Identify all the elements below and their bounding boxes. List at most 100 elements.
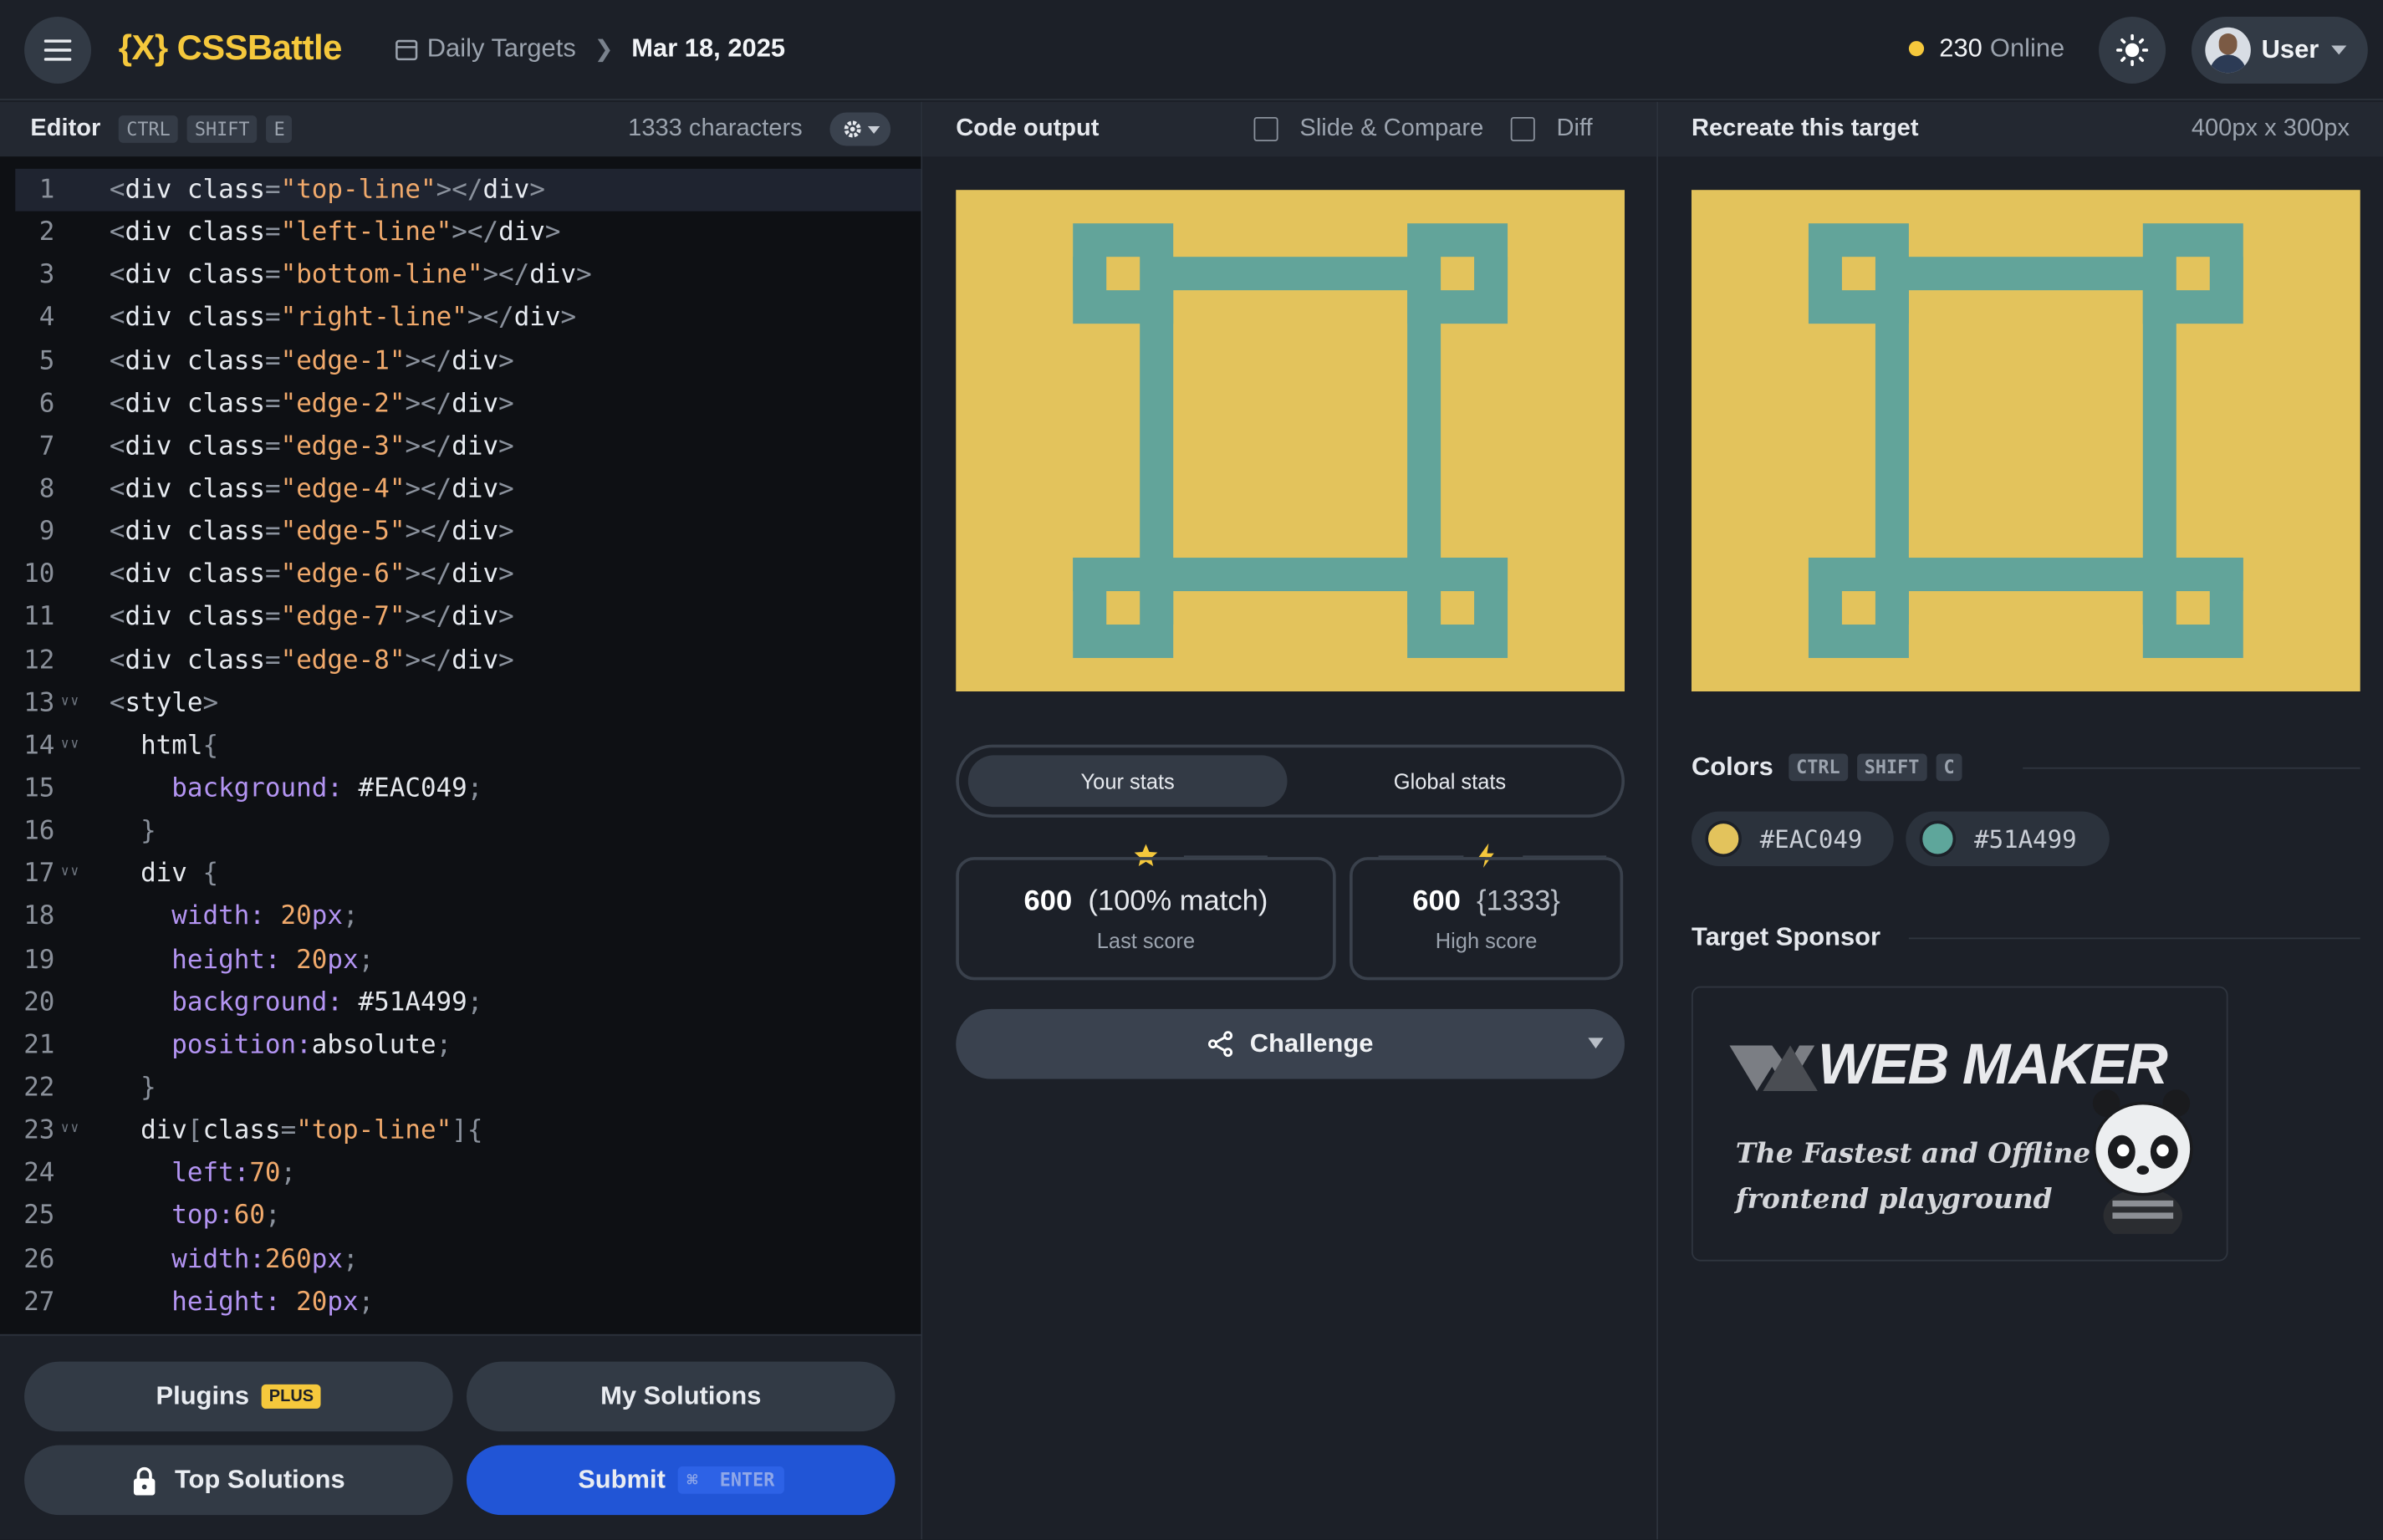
lock-icon bbox=[133, 1466, 156, 1495]
slide-compare-checkbox[interactable] bbox=[1253, 116, 1278, 142]
code-line[interactable]: 24 left:70; bbox=[15, 1152, 921, 1195]
code-line[interactable]: 13 ∨∨ <style> bbox=[15, 682, 921, 725]
color-dot bbox=[1919, 820, 1957, 858]
line-number: 1 bbox=[38, 175, 55, 206]
cssbattle-logo[interactable]: {X} CSSBattle bbox=[119, 28, 343, 69]
code-line[interactable]: 22 } bbox=[15, 1067, 921, 1109]
code-line[interactable]: 8 <div class="edge-4"></div> bbox=[15, 468, 921, 511]
avatar bbox=[2205, 27, 2251, 74]
command-key-shortcut: ⌘ ENTER bbox=[677, 1466, 784, 1494]
code-text: div { bbox=[109, 859, 219, 890]
plugins-button[interactable]: Plugins PLUS bbox=[24, 1361, 453, 1432]
line-number: 3 bbox=[38, 260, 55, 291]
code-line[interactable]: 17 ∨∨ div { bbox=[15, 853, 921, 895]
shape-corner-hole bbox=[1106, 591, 1140, 625]
line-number: 21 bbox=[23, 1030, 55, 1061]
code-line[interactable]: 6 <div class="edge-2"></div> bbox=[15, 382, 921, 425]
submit-label: Submit bbox=[578, 1465, 666, 1494]
line-number: 9 bbox=[38, 517, 55, 548]
output-canvas[interactable] bbox=[956, 190, 1625, 692]
code-line[interactable]: 20 background: #51A499; bbox=[15, 982, 921, 1024]
code-line[interactable]: 5 <div class="edge-1"></div> bbox=[15, 339, 921, 382]
shortcut-key: CTRL bbox=[119, 115, 178, 143]
user-menu-button[interactable]: User bbox=[2191, 16, 2368, 84]
sponsor-card[interactable]: WEB MAKER The Fastest and Offline fronte… bbox=[1691, 986, 2228, 1262]
theme-toggle-button[interactable] bbox=[2099, 16, 2166, 84]
shortcut-key: SHIFT bbox=[1856, 753, 1927, 782]
code-line[interactable]: 21 position:absolute; bbox=[15, 1024, 921, 1067]
colors-heading: Colors CTRL SHIFT C bbox=[1692, 752, 1962, 783]
submit-button[interactable]: Submit ⌘ ENTER bbox=[467, 1445, 896, 1516]
code-line[interactable]: 10 <div class="edge-6"></div> bbox=[15, 553, 921, 596]
code-text: div[class="top-line"]{ bbox=[109, 1115, 483, 1146]
color-swatch-yellow[interactable]: #EAC049 bbox=[1691, 811, 1894, 867]
fold-chevron-icon[interactable]: ∨∨ bbox=[61, 865, 80, 880]
code-editor[interactable]: 1 <div class="top-line"></div> 2 <div class… bbox=[15, 168, 921, 1336]
code-line[interactable]: 26 width:260px; bbox=[15, 1237, 921, 1280]
slide-compare-label: Slide & Compare bbox=[1299, 115, 1484, 142]
color-swatch-teal[interactable]: #51A499 bbox=[1906, 811, 2110, 867]
sun-icon bbox=[2116, 33, 2149, 67]
diff-label: Diff bbox=[1556, 115, 1593, 142]
code-text: width:260px; bbox=[109, 1243, 359, 1275]
code-text: height: 20px; bbox=[109, 1286, 375, 1318]
tab-your-stats[interactable]: Your stats bbox=[967, 755, 1288, 808]
code-text: <div class="edge-1"></div> bbox=[109, 345, 514, 377]
code-text: <div class="edge-3"></div> bbox=[109, 431, 514, 462]
code-line[interactable]: 15 background: #EAC049; bbox=[15, 767, 921, 810]
my-solutions-button[interactable]: My Solutions bbox=[467, 1361, 896, 1432]
shape-corner-hole bbox=[1841, 257, 1875, 291]
code-line[interactable]: 18 width: 20px; bbox=[15, 895, 921, 938]
code-text: <div class="edge-6"></div> bbox=[109, 559, 514, 590]
code-text: <div class="edge-2"></div> bbox=[109, 388, 514, 420]
code-line[interactable]: 2 <div class="left-line"></div> bbox=[15, 212, 921, 254]
breadcrumb-daily-targets[interactable]: Daily Targets bbox=[427, 33, 576, 64]
online-count: 230 bbox=[1939, 33, 1982, 63]
sponsor-title: Target Sponsor bbox=[1691, 922, 1881, 951]
code-line[interactable]: 27 height: 20px; bbox=[15, 1281, 921, 1323]
code-text: <div class="edge-5"></div> bbox=[109, 517, 514, 548]
online-indicator: 230 Online bbox=[1908, 33, 2064, 64]
fold-chevron-icon[interactable]: ∨∨ bbox=[61, 694, 80, 709]
code-line[interactable]: 25 top:60; bbox=[15, 1195, 921, 1237]
panda-icon bbox=[2092, 1089, 2193, 1234]
fold-chevron-icon[interactable]: ∨∨ bbox=[61, 737, 80, 752]
divider bbox=[1908, 937, 2360, 940]
code-text: background: #EAC049; bbox=[109, 773, 483, 804]
line-number: 22 bbox=[23, 1073, 55, 1104]
code-line[interactable]: 12 <div class="edge-8"></div> bbox=[15, 639, 921, 681]
code-line[interactable]: 1 <div class="top-line"></div> bbox=[15, 168, 921, 212]
target-canvas[interactable] bbox=[1691, 190, 2360, 692]
last-score-card: 600 (100% match) Last score bbox=[956, 857, 1336, 981]
character-count: 1333 characters bbox=[628, 115, 803, 142]
editor-settings-button[interactable] bbox=[829, 112, 891, 146]
code-line[interactable]: 16 } bbox=[15, 810, 921, 853]
code-text: <div class="right-line"></div> bbox=[109, 303, 577, 334]
divider bbox=[2023, 767, 2360, 769]
menu-button[interactable] bbox=[24, 16, 92, 84]
code-text: background: #51A499; bbox=[109, 987, 483, 1018]
code-text: <div class="left-line"></div> bbox=[109, 217, 561, 248]
challenge-button[interactable]: Challenge bbox=[956, 1008, 1625, 1079]
code-line[interactable]: 19 height: 20px; bbox=[15, 938, 921, 981]
diff-checkbox[interactable] bbox=[1510, 116, 1536, 142]
tab-global-stats[interactable]: Global stats bbox=[1290, 755, 1610, 807]
code-line[interactable]: 23 ∨∨ div[class="top-line"]{ bbox=[15, 1109, 921, 1152]
chevron-right-icon: ❯ bbox=[594, 36, 614, 63]
code-line[interactable]: 3 <div class="bottom-line"></div> bbox=[15, 254, 921, 297]
shortcut-key: E bbox=[266, 115, 293, 143]
code-text: left:70; bbox=[109, 1158, 297, 1189]
code-line[interactable]: 14 ∨∨ html{ bbox=[15, 725, 921, 767]
plugins-label: Plugins bbox=[156, 1381, 250, 1410]
target-header: Recreate this target 400px x 300px bbox=[1658, 101, 2383, 157]
code-line[interactable]: 11 <div class="edge-7"></div> bbox=[15, 596, 921, 639]
code-text: top:60; bbox=[109, 1201, 281, 1232]
code-line[interactable]: 9 <div class="edge-5"></div> bbox=[15, 511, 921, 553]
line-number: 27 bbox=[23, 1286, 55, 1318]
code-line[interactable]: 4 <div class="right-line"></div> bbox=[15, 297, 921, 339]
chevron-down-icon[interactable] bbox=[1588, 1038, 1604, 1049]
top-solutions-button[interactable]: Top Solutions bbox=[24, 1445, 453, 1516]
fold-chevron-icon[interactable]: ∨∨ bbox=[61, 1122, 80, 1137]
code-line[interactable]: 7 <div class="edge-3"></div> bbox=[15, 426, 921, 468]
code-text: <div class="edge-8"></div> bbox=[109, 645, 514, 676]
